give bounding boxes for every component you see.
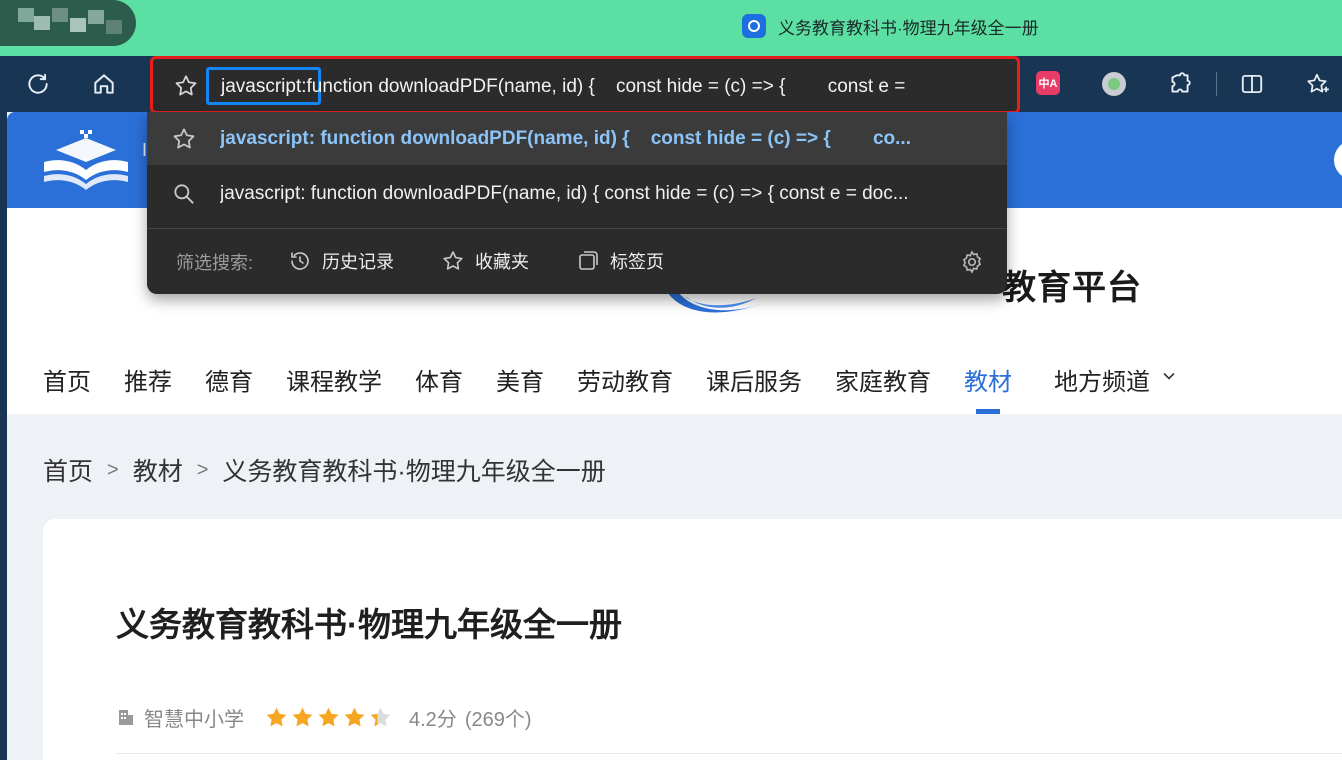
chevron-down-icon[interactable] <box>1161 368 1177 384</box>
rating-stars <box>264 705 393 730</box>
extensions-icon[interactable] <box>1166 70 1194 98</box>
nav-item-curriculum[interactable]: 课程教学 <box>286 362 382 397</box>
tabs-icon <box>579 251 598 270</box>
profile-avatar-blurred[interactable] <box>0 0 136 46</box>
breadcrumb-separator: > <box>107 458 119 481</box>
filter-favorites-label: 收藏夹 <box>475 252 529 272</box>
extension-status-icon[interactable] <box>1102 72 1126 96</box>
suggestion-favorite[interactable]: javascript: function downloadPDF(name, i… <box>147 112 1007 165</box>
nav-item-recommend[interactable]: 推荐 <box>124 362 172 397</box>
rating-count: (269个) <box>464 708 532 731</box>
nav-item-arts[interactable]: 美育 <box>496 362 544 397</box>
suggestion-text: javascript: function downloadPDF(name, i… <box>220 128 911 149</box>
nav-item-moral[interactable]: 德育 <box>205 362 253 397</box>
refresh-icon[interactable] <box>24 70 52 98</box>
favorites-icon[interactable] <box>1304 70 1332 98</box>
publisher-name: 智慧中小学 <box>144 708 244 731</box>
nav-active-indicator <box>976 409 1000 414</box>
nav-item-textbooks[interactable]: 教材 <box>964 362 1012 397</box>
filter-history-label: 历史记录 <box>322 252 394 272</box>
star-full-icon <box>292 707 313 726</box>
translate-extension-icon[interactable]: 中A <box>1036 71 1060 95</box>
split-screen-icon[interactable] <box>1238 70 1266 98</box>
suggestion-search[interactable]: javascript: function downloadPDF(name, i… <box>147 167 1007 220</box>
filter-favorites-button[interactable]: 收藏夹 <box>441 246 529 276</box>
toolbar-separator <box>1216 72 1217 96</box>
window-title-bar <box>0 0 1342 56</box>
nav-item-local[interactable]: 地方频道 <box>1054 362 1150 397</box>
building-icon <box>119 710 133 725</box>
book-meta: 智慧中小学 4.2分 (269个) <box>116 703 532 731</box>
page-edge <box>0 112 7 760</box>
breadcrumb-textbooks[interactable]: 教材 <box>133 452 183 488</box>
site-logo-icon[interactable] <box>40 128 132 192</box>
nav-item-home[interactable]: 首页 <box>43 362 91 397</box>
platform-title: 教育平台 <box>1002 269 1142 307</box>
site-favicon-icon <box>742 14 766 38</box>
book-title: 义务教育教科书·物理九年级全一册 <box>116 606 622 643</box>
suggestion-text: javascript: function downloadPDF(name, i… <box>220 183 909 204</box>
rating-score: 4.2分 <box>409 708 457 731</box>
tab-title: 义务教育教科书·物理九年级全一册 <box>778 18 1039 38</box>
breadcrumb-home[interactable]: 首页 <box>43 452 93 488</box>
star-full-icon <box>344 707 365 726</box>
breadcrumb-current: 义务教育教科书·物理九年级全一册 <box>222 458 606 486</box>
search-icon <box>171 181 197 207</box>
star-full-icon <box>318 707 339 726</box>
address-bar[interactable]: javascript:function downloadPDF(name, id… <box>150 56 1020 114</box>
favorite-star-icon[interactable] <box>173 73 199 99</box>
filter-tabs-button[interactable]: 标签页 <box>576 246 664 276</box>
breadcrumb-separator: > <box>196 458 209 481</box>
star-icon <box>171 126 197 152</box>
card-divider <box>116 753 1342 754</box>
breadcrumb: 首页 > 教材 > 义务教育教科书·物理九年级全一册 <box>43 452 606 488</box>
nav-item-family[interactable]: 家庭教育 <box>835 362 931 397</box>
filter-label: 筛选搜索: <box>176 253 254 273</box>
filter-search-bar: 筛选搜索: 历史记录 收藏夹 标签页 <box>147 229 1007 294</box>
star-partial-icon <box>370 707 391 726</box>
filter-history-button[interactable]: 历史记录 <box>288 246 394 276</box>
address-value: function downloadPDF(name, id) { const h… <box>306 76 906 97</box>
home-icon[interactable] <box>90 70 118 98</box>
address-input[interactable]: javascript:function downloadPDF(name, id… <box>221 73 905 101</box>
nav-item-sports[interactable]: 体育 <box>415 362 463 397</box>
history-icon <box>291 252 309 270</box>
nav-item-labor[interactable]: 劳动教育 <box>577 362 673 397</box>
gear-icon[interactable] <box>959 249 985 275</box>
nav-item-after-school[interactable]: 课后服务 <box>706 362 802 397</box>
active-tab[interactable]: 义务教育教科书·物理九年级全一册 <box>742 13 1039 39</box>
star-icon <box>443 251 463 270</box>
address-selected-prefix: javascript: <box>221 76 307 97</box>
filter-tabs-label: 标签页 <box>610 252 664 272</box>
star-full-icon <box>266 707 287 726</box>
address-suggestions-dropdown: javascript: function downloadPDF(name, i… <box>147 112 1007 294</box>
